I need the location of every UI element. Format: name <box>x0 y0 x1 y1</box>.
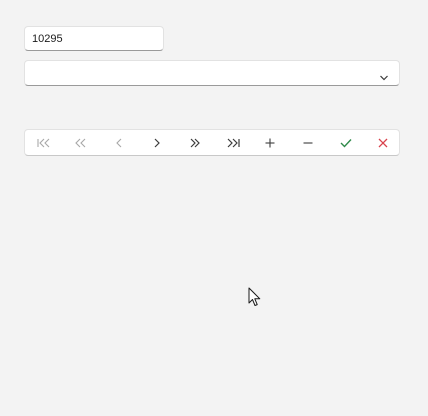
insert-record-icon <box>265 138 275 148</box>
first-record-button[interactable] <box>25 130 62 155</box>
next-record-icon <box>153 138 161 148</box>
previous-page-button[interactable] <box>62 130 99 155</box>
post-edit-icon <box>340 138 352 148</box>
next-page-icon <box>189 138 201 148</box>
first-record-icon <box>36 138 51 148</box>
previous-page-icon <box>74 138 87 148</box>
form-window <box>0 0 428 416</box>
lookup-combobox[interactable] <box>24 60 400 86</box>
previous-record-button[interactable] <box>100 130 137 155</box>
delete-record-button[interactable] <box>289 130 326 155</box>
mouse-pointer-icon <box>248 287 262 311</box>
chevron-down-icon[interactable] <box>379 68 389 81</box>
previous-record-icon <box>115 138 123 148</box>
next-record-button[interactable] <box>138 130 175 155</box>
insert-record-button[interactable] <box>251 130 288 155</box>
last-record-icon <box>226 138 240 148</box>
cancel-edit-button[interactable] <box>364 130 401 155</box>
record-navigator <box>24 129 400 156</box>
delete-record-icon <box>303 138 313 148</box>
last-record-button[interactable] <box>214 130 251 155</box>
next-page-button[interactable] <box>176 130 213 155</box>
cancel-edit-icon <box>378 138 388 148</box>
post-edit-button[interactable] <box>327 130 364 155</box>
record-id-field[interactable] <box>24 26 164 51</box>
